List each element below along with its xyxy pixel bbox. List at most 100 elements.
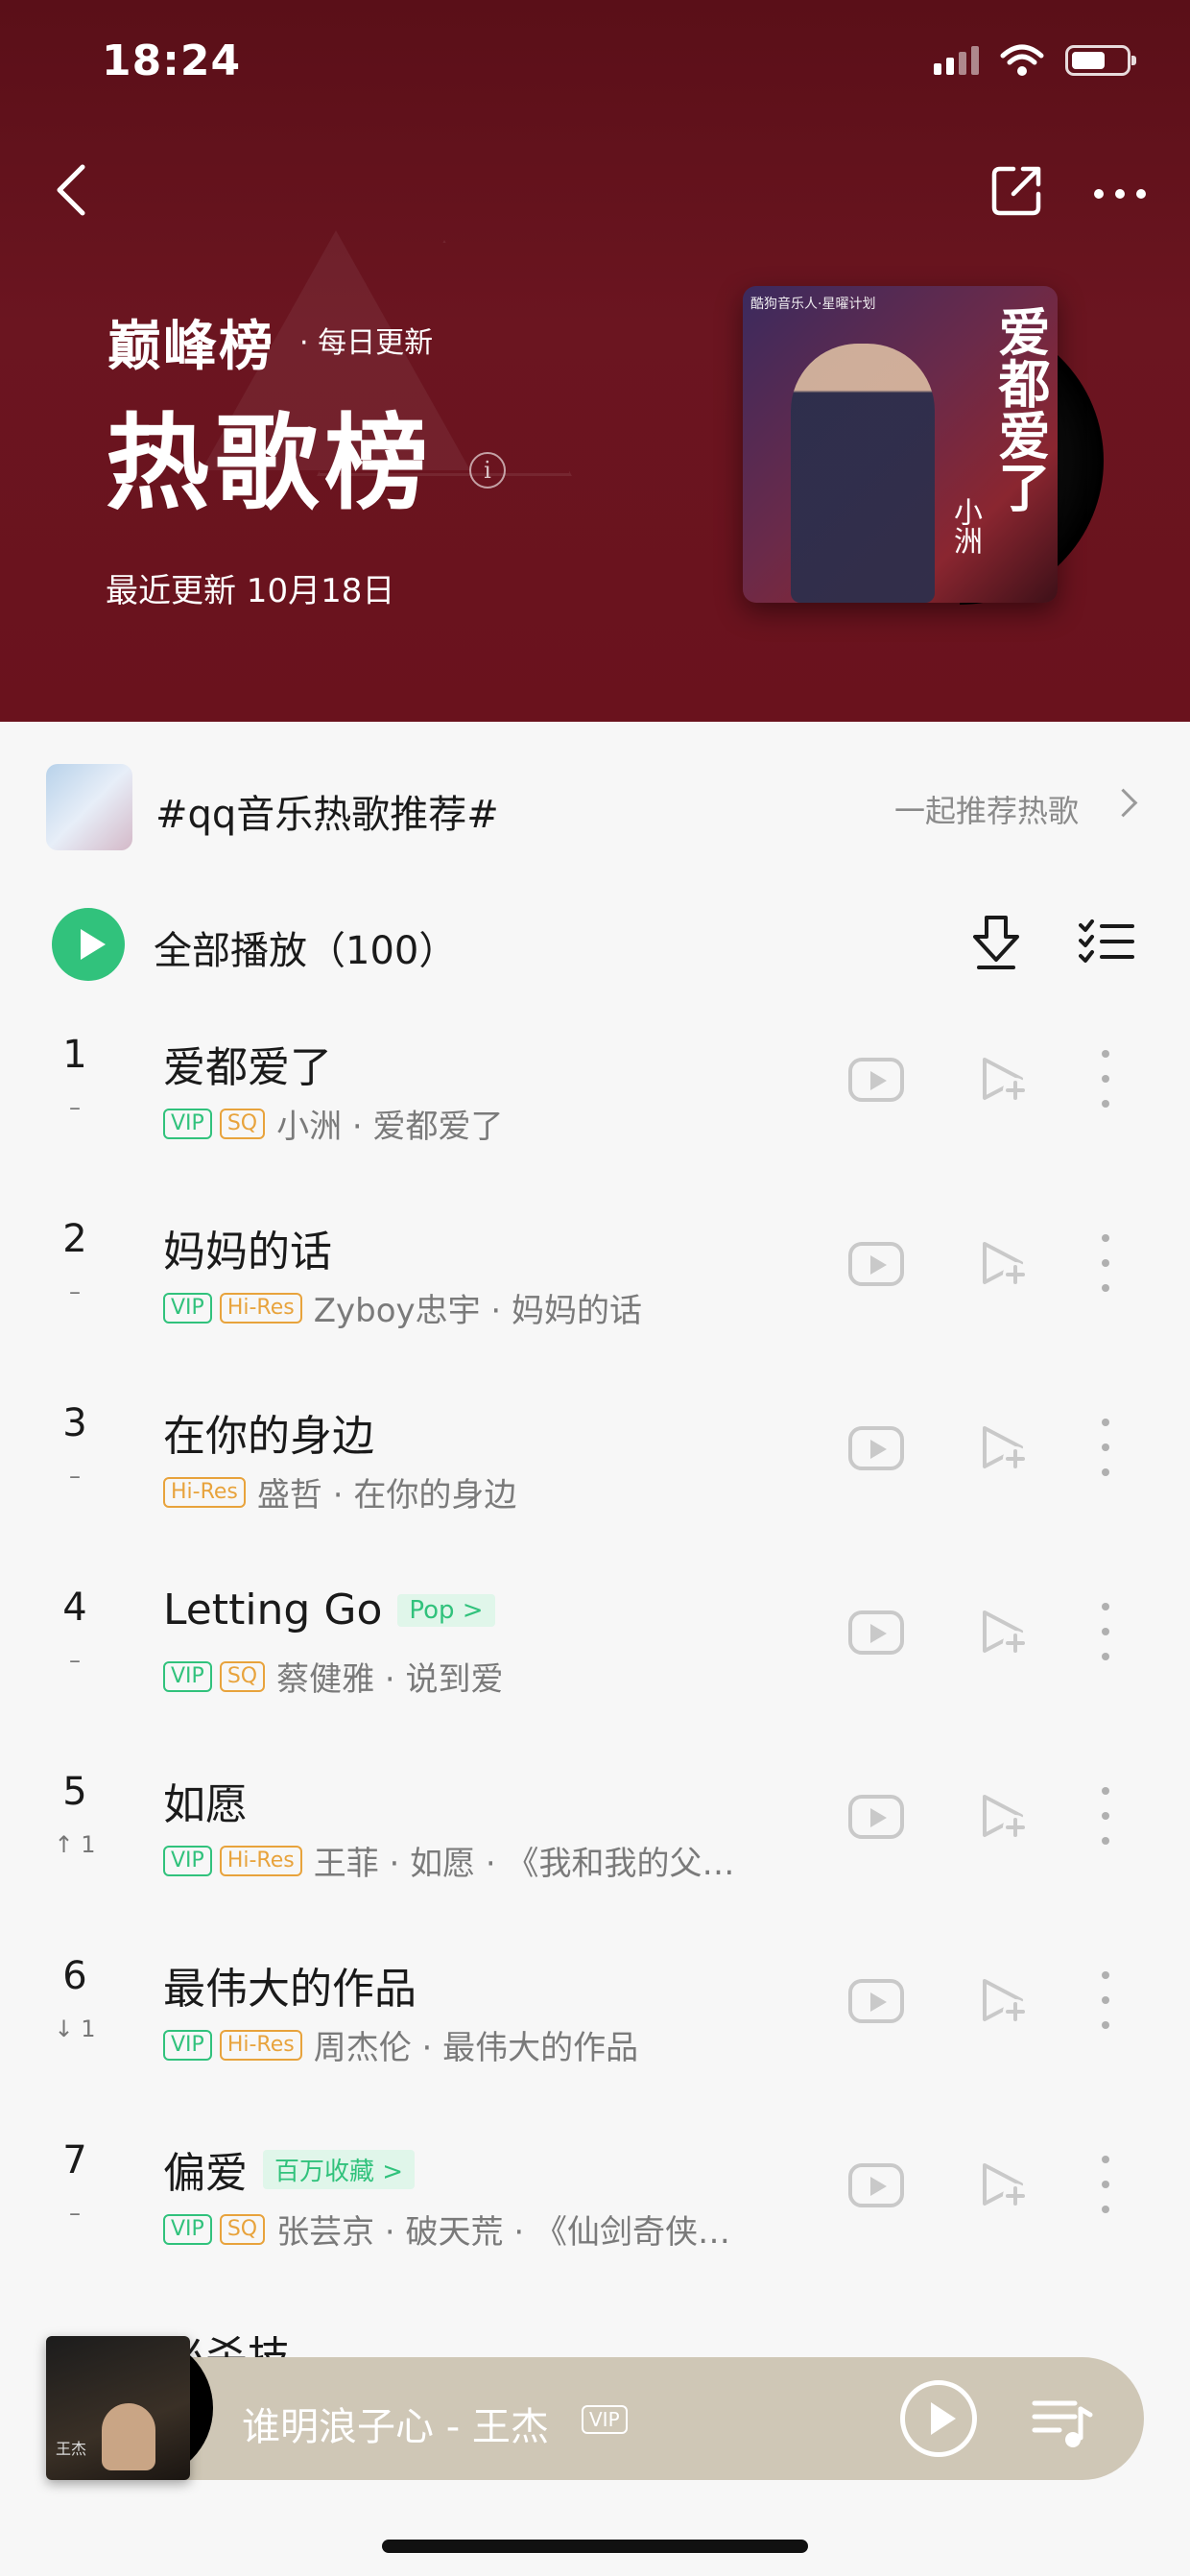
- mv-icon[interactable]: [848, 1058, 904, 1102]
- signal-icon: [934, 46, 979, 75]
- wifi-icon: [1000, 44, 1044, 76]
- quality-tag: Hi-Res: [219, 1845, 302, 1876]
- song-title[interactable]: 如愿: [163, 1770, 248, 1831]
- song-title[interactable]: 在你的身边: [163, 1401, 374, 1463]
- song-row[interactable]: 3 – 在你的身边 Hi-Res 盛哲 · 在你的身边: [0, 1380, 1190, 1564]
- song-meta: 张芸京 · 破天荒 · 《仙剑奇侠…: [276, 2213, 730, 2252]
- song-title-line: Letting Go Pop >: [163, 1586, 495, 1634]
- rank-number: 6: [62, 1954, 87, 1998]
- rank-number: 4: [62, 1586, 87, 1630]
- play-all-label[interactable]: 全部播放（100）: [154, 919, 457, 975]
- quality-tag: SQ: [219, 1108, 266, 1139]
- song-chip[interactable]: Pop >: [397, 1593, 495, 1627]
- quality-tag: VIP: [163, 2213, 212, 2245]
- home-indicator: [382, 2540, 808, 2553]
- chart-brand-subtitle: · 每日更新: [299, 326, 434, 360]
- song-meta: 王菲 · 如愿 · 《我和我的父…: [313, 1845, 735, 1883]
- topic-thumbnail[interactable]: [46, 764, 132, 850]
- mv-icon[interactable]: [848, 1610, 904, 1655]
- download-icon[interactable]: [969, 912, 1023, 973]
- song-meta-line: Hi-Res 盛哲 · 在你的身边: [163, 1468, 816, 1515]
- song-chip[interactable]: 百万收藏 >: [263, 2149, 416, 2189]
- more-icon[interactable]: [1094, 175, 1159, 213]
- player-play-button[interactable]: [900, 2380, 977, 2457]
- song-title-line: 偏爱 百万收藏 >: [163, 2138, 416, 2200]
- add-to-playlist-icon[interactable]: [979, 2159, 1031, 2211]
- rank-trend: ↑ 1: [54, 1831, 96, 1858]
- cover-person: [791, 344, 935, 603]
- rank-trend: –: [69, 1094, 81, 1121]
- topic-hashtag[interactable]: #qq音乐热歌推荐#: [155, 783, 499, 839]
- song-more-icon[interactable]: [1102, 1419, 1111, 1476]
- song-title[interactable]: Letting Go: [163, 1586, 382, 1634]
- add-to-playlist-icon[interactable]: [979, 1975, 1031, 2027]
- song-meta-line: VIP Hi-Res Zyboy忠宇 · 妈妈的话: [163, 1284, 816, 1331]
- rank-number: 2: [62, 1217, 87, 1261]
- song-row[interactable]: 7 – 偏爱 百万收藏 > VIP SQ 张芸京 · 破天荒 · 《仙剑奇侠…: [0, 2117, 1190, 2302]
- song-meta: 蔡健雅 · 说到爱: [276, 1660, 504, 1699]
- quality-tag: Hi-Res: [219, 2029, 302, 2061]
- chart-brand: 巅峰榜: [107, 316, 274, 378]
- rank-number: 7: [62, 2138, 87, 2182]
- song-more-icon[interactable]: [1102, 1603, 1111, 1660]
- song-row[interactable]: 6 ↓ 1 最伟大的作品 VIP Hi-Res 周杰伦 · 最伟大的作品: [0, 1933, 1190, 2117]
- song-row[interactable]: 1 – 爱都爱了 VIP SQ 小洲 · 爱都爱了: [0, 1012, 1190, 1196]
- mv-icon[interactable]: [848, 1979, 904, 2023]
- rank-trend: –: [69, 1278, 81, 1305]
- quality-tag: SQ: [219, 1660, 266, 1692]
- add-to-playlist-icon[interactable]: [979, 1607, 1031, 1658]
- quality-tag: VIP: [163, 1660, 212, 1692]
- chart-header: 18:24 巅峰榜 · 每日更新 热歌榜 i 最近更新 10月18日 酷狗音乐人…: [0, 0, 1190, 722]
- song-row[interactable]: 5 ↑ 1 如愿 VIP Hi-Res 王菲 · 如愿 · 《我和我的父…: [0, 1749, 1190, 1933]
- song-meta-line: VIP SQ 张芸京 · 破天荒 · 《仙剑奇侠…: [163, 2206, 816, 2253]
- song-more-icon[interactable]: [1102, 1050, 1111, 1108]
- mv-icon[interactable]: [848, 1242, 904, 1286]
- song-title-line: 最伟大的作品: [163, 1954, 416, 2015]
- song-title[interactable]: 最伟大的作品: [163, 1954, 416, 2015]
- rank-trend: –: [69, 2200, 81, 2227]
- song-meta-line: VIP SQ 蔡健雅 · 说到爱: [163, 1653, 816, 1700]
- song-more-icon[interactable]: [1102, 2156, 1111, 2213]
- song-title[interactable]: 妈妈的话: [163, 1217, 332, 1278]
- rank-number: 5: [62, 1770, 87, 1814]
- update-date: 最近更新 10月18日: [106, 572, 395, 610]
- player-cover[interactable]: 王杰: [46, 2336, 190, 2480]
- chart-cover[interactable]: 酷狗音乐人·星曜计划 爱都爱了 小洲: [743, 286, 1058, 603]
- song-title[interactable]: 爱都爱了: [163, 1033, 332, 1094]
- song-title[interactable]: 偏爱: [163, 2138, 248, 2200]
- recommend-link[interactable]: 一起推荐热歌: [894, 787, 1079, 831]
- add-to-playlist-icon[interactable]: [979, 1054, 1031, 1106]
- quality-tag: VIP: [163, 1108, 212, 1139]
- share-icon[interactable]: [990, 163, 1044, 217]
- play-all-button[interactable]: [52, 908, 125, 981]
- song-more-icon[interactable]: [1102, 1234, 1111, 1292]
- add-to-playlist-icon[interactable]: [979, 1422, 1031, 1474]
- cover-face: [102, 2403, 155, 2470]
- chart-title: 热歌榜: [106, 404, 435, 524]
- info-icon[interactable]: i: [469, 452, 506, 489]
- player-song-title[interactable]: 谁明浪子心 - 王杰: [242, 2396, 549, 2451]
- mv-icon[interactable]: [848, 2163, 904, 2207]
- rank-trend: –: [69, 1647, 81, 1674]
- song-meta: 周杰伦 · 最伟大的作品: [313, 2029, 639, 2067]
- song-more-icon[interactable]: [1102, 1787, 1111, 1845]
- multiselect-icon[interactable]: [1079, 919, 1134, 966]
- add-to-playlist-icon[interactable]: [979, 1238, 1031, 1290]
- cover-title: 爱都爱了: [989, 305, 1050, 513]
- mv-icon[interactable]: [848, 1426, 904, 1470]
- player-vip-badge: VIP: [582, 2405, 628, 2434]
- song-meta: 小洲 · 爱都爱了: [276, 1108, 504, 1146]
- playlist-icon[interactable]: [1031, 2396, 1094, 2449]
- song-more-icon[interactable]: [1102, 1971, 1111, 2029]
- quality-tag: Hi-Res: [163, 1476, 246, 1508]
- song-row[interactable]: 4 – Letting Go Pop > VIP SQ 蔡健雅 · 说到爱: [0, 1564, 1190, 1749]
- add-to-playlist-icon[interactable]: [979, 1791, 1031, 1843]
- back-icon[interactable]: [48, 161, 96, 219]
- song-meta: Zyboy忠宇 · 妈妈的话: [313, 1292, 643, 1330]
- player-cover-text: 王杰: [56, 2440, 87, 2458]
- mv-icon[interactable]: [848, 1795, 904, 1839]
- song-meta-line: VIP SQ 小洲 · 爱都爱了: [163, 1100, 816, 1147]
- song-row[interactable]: 2 – 妈妈的话 VIP Hi-Res Zyboy忠宇 · 妈妈的话: [0, 1196, 1190, 1380]
- quality-tag: VIP: [163, 1845, 212, 1876]
- cover-top-text: 酷狗音乐人·星曜计划: [750, 297, 876, 312]
